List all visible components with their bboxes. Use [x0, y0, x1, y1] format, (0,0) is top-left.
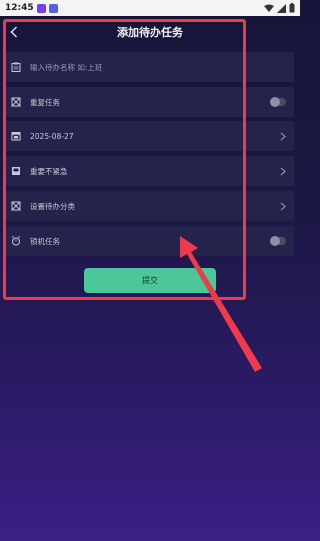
category-icon [10, 201, 21, 212]
status-time: 12:45 [5, 3, 34, 13]
signal-icon [277, 3, 286, 13]
lock-task-label: 锁机任务 [30, 236, 60, 246]
task-name-field[interactable]: 输入待办名称 如:上班 [6, 52, 294, 82]
app-notification-icon [36, 3, 46, 13]
priority-value: 重要不紧急 [30, 166, 68, 176]
repeat-task-row: 重复任务 [6, 87, 294, 117]
app-notification-icon [48, 3, 58, 13]
flag-icon [10, 166, 21, 177]
calendar-icon [10, 131, 21, 142]
chevron-right-icon [280, 132, 286, 140]
repeat-task-toggle[interactable] [270, 97, 286, 107]
chevron-right-icon [280, 167, 286, 175]
date-value: 2025-08-27 [30, 131, 74, 141]
date-selector[interactable]: 2025-08-27 [6, 121, 294, 151]
priority-selector[interactable]: 重要不紧急 [6, 156, 294, 186]
status-bar: 12:45 [0, 0, 300, 16]
task-name-placeholder: 输入待办名称 如:上班 [30, 62, 103, 72]
lock-task-row: 锁机任务 [6, 226, 294, 256]
chevron-left-icon [10, 26, 17, 38]
clipboard-icon [10, 62, 21, 73]
alarm-icon [10, 236, 21, 247]
page-title: 添加待办任务 [117, 26, 183, 39]
repeat-task-label: 重复任务 [30, 97, 60, 107]
battery-icon [289, 3, 295, 13]
lock-task-toggle[interactable] [270, 236, 286, 246]
category-selector[interactable]: 设置待办分类 [6, 191, 294, 221]
wifi-icon [264, 4, 274, 12]
repeat-icon [10, 97, 21, 108]
submit-button[interactable]: 提交 [84, 268, 216, 293]
back-button[interactable] [6, 22, 22, 42]
header: 添加待办任务 [0, 18, 300, 46]
category-value: 设置待办分类 [30, 201, 75, 211]
chevron-right-icon [280, 202, 286, 210]
